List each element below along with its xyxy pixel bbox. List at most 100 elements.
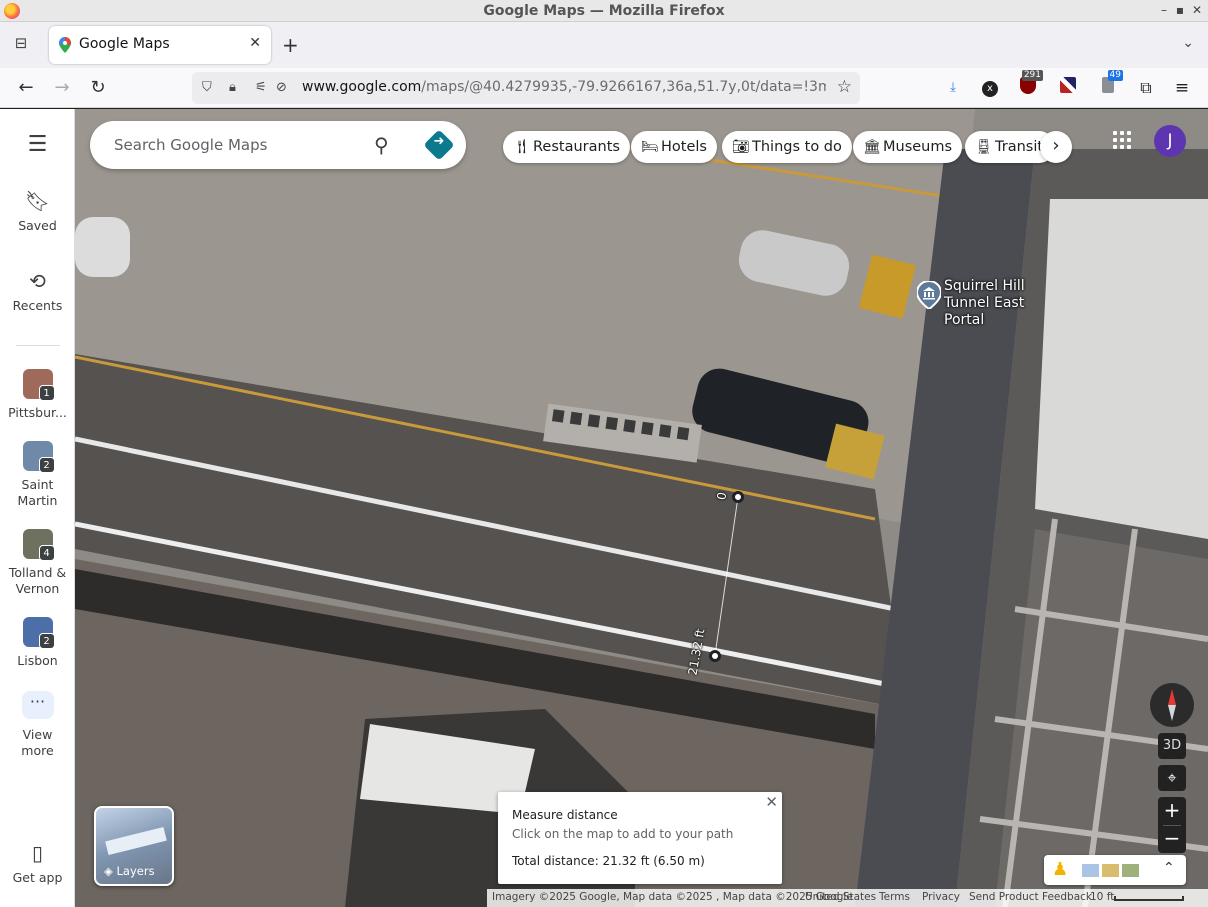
measure-total-distance: Total distance: 21.32 ft (6.50 m)	[512, 854, 705, 868]
url-text[interactable]: www.google.com/maps/@40.4279935,-79.9266…	[302, 79, 826, 95]
place-label: Tolland & Vernon	[8, 565, 67, 596]
toggle-3d-button[interactable]: 3D	[1158, 733, 1186, 759]
measure-title: Measure distance	[512, 808, 618, 822]
landmark-pin-icon[interactable]	[917, 281, 941, 309]
feedback-link[interactable]: Send Product Feedback	[969, 891, 1092, 903]
chip-restaurants[interactable]: 🍴︎ Restaurants	[503, 131, 630, 163]
layers-button[interactable]: ◈ Layers	[94, 806, 174, 886]
attribution-text: Imagery ©2025 Google, Map data ©2025 , M…	[492, 891, 853, 903]
extension-flag-icon[interactable]	[1057, 77, 1079, 99]
poi-label[interactable]: Squirrel Hill Tunnel East Portal	[944, 278, 1068, 329]
recent-place-saint-martin[interactable]: 2 Saint Martin	[0, 441, 75, 509]
search-box[interactable]: Search Google Maps ⚲ ➜	[90, 121, 466, 169]
close-measure-icon[interactable]: ✕	[765, 793, 778, 811]
address-bar[interactable]: ⛉ 🔒︎ ⚟ ⊘ www.google.com/maps/@40.4279935…	[192, 72, 860, 104]
map-canvas[interactable]: Search Google Maps ⚲ ➜ 🍴︎ Restaurants 🛏︎ H…	[75, 109, 1208, 907]
measure-subtitle: Click on the map to add to your path	[512, 827, 734, 841]
downloads-icon[interactable]: ⤓	[942, 77, 964, 99]
get-app-label: Get app	[12, 870, 63, 885]
extension-x-icon[interactable]: x	[979, 77, 1001, 99]
layers-label: ◈ Layers	[104, 864, 155, 878]
maps-pin-icon	[59, 37, 71, 53]
quick-layers-bar: ♟ ⌃	[1044, 855, 1186, 885]
tab-title: Google Maps	[79, 36, 170, 52]
directions-icon[interactable]: ➜	[423, 129, 455, 161]
tab-google-maps[interactable]: Google Maps ✕	[49, 26, 271, 64]
place-label: Saint Martin	[17, 477, 58, 508]
get-app-button[interactable]: ▯ Get app	[0, 841, 75, 885]
chips-scroll-right-button[interactable]: ›	[1040, 131, 1072, 163]
expand-up-icon[interactable]: ⌃	[1163, 860, 1175, 876]
reload-button[interactable]: ↻	[86, 76, 110, 100]
bed-icon: 🛏︎	[641, 139, 659, 155]
chevron-down-icon[interactable]: ⌄	[1182, 35, 1194, 51]
zoom-out-button[interactable]: −	[1158, 826, 1186, 853]
extension-can-icon[interactable]: 49	[1097, 70, 1123, 99]
my-location-icon[interactable]: ⌖	[1158, 765, 1186, 791]
saved-label: Saved	[18, 218, 57, 233]
satellite-imagery[interactable]	[75, 109, 1208, 907]
more-dots-icon: ···	[21, 691, 54, 719]
layer-thumb-traffic[interactable]	[1102, 864, 1119, 877]
navigation-bar: ← → ↻ ⛉ 🔒︎ ⚟ ⊘ www.google.com/maps/@40.4…	[0, 68, 1208, 108]
bookmark-star-icon[interactable]: ☆	[837, 77, 852, 97]
place-thumbnail: 4	[22, 529, 55, 561]
ublock-extension-icon[interactable]: 291	[1017, 70, 1043, 99]
sidebar-divider	[16, 345, 60, 346]
forward-button[interactable]: →	[50, 76, 74, 100]
train-icon: 🚆︎	[975, 139, 993, 155]
layer-thumb-transit[interactable]	[1082, 864, 1099, 877]
hamburger-menu-icon[interactable]: ≡	[1171, 77, 1193, 99]
firefox-view-icon[interactable]: ⊟	[10, 34, 32, 56]
compass-button[interactable]	[1150, 683, 1194, 727]
scale-label[interactable]: 10 ft	[1090, 891, 1114, 903]
museum-icon: 🏛︎	[863, 139, 881, 155]
terms-link[interactable]: Terms	[879, 891, 910, 903]
place-label: Lisbon	[17, 653, 58, 668]
search-input[interactable]: Search Google Maps	[114, 136, 267, 154]
recent-place-lisbon[interactable]: 2 Lisbon	[0, 617, 75, 668]
zoom-in-button[interactable]: +	[1158, 797, 1186, 825]
window-title: Google Maps — Mozilla Firefox	[483, 3, 725, 19]
history-icon: ⟲	[29, 269, 46, 293]
chip-museums[interactable]: 🏛︎ Museums	[853, 131, 963, 163]
close-window-icon[interactable]: ✕	[1188, 3, 1206, 17]
place-thumbnail: 1	[22, 369, 55, 401]
pegman-icon[interactable]: ♟	[1052, 859, 1068, 880]
search-icon[interactable]: ⚲	[374, 133, 389, 157]
privacy-link[interactable]: Privacy	[922, 891, 960, 903]
permissions-icon[interactable]: ⚟	[255, 80, 267, 95]
camera-icon: 📷︎	[732, 139, 750, 155]
shield-icon[interactable]: ⛉	[202, 80, 212, 95]
back-button[interactable]: ←	[14, 76, 38, 100]
close-tab-icon[interactable]: ✕	[249, 35, 261, 51]
maximize-icon[interactable]: ▪	[1171, 3, 1189, 17]
menu-button[interactable]: ☰	[0, 133, 75, 162]
google-apps-icon[interactable]	[1113, 131, 1131, 149]
phone-icon: ▯	[31, 841, 43, 865]
view-more-button[interactable]: ··· View more	[0, 691, 75, 759]
new-tab-button[interactable]: +	[282, 33, 299, 57]
hamburger-icon: ☰	[27, 132, 48, 157]
measure-point-end[interactable]	[709, 650, 721, 662]
recent-place-pittsburgh[interactable]: 1 Pittsbur...	[0, 369, 75, 420]
lock-icon[interactable]: 🔒︎	[229, 80, 236, 95]
recents-button[interactable]: ⟲ Recents	[0, 269, 75, 313]
saved-button[interactable]: 🔖︎ Saved	[0, 189, 75, 233]
place-thumbnail: 2	[22, 617, 55, 649]
measure-point-start[interactable]	[732, 491, 744, 503]
extensions-puzzle-icon[interactable]: ⧉	[1135, 77, 1157, 99]
account-avatar[interactable]: J	[1154, 125, 1186, 157]
recent-place-tolland-vernon[interactable]: 4 Tolland & Vernon	[0, 529, 75, 597]
window-titlebar: Google Maps — Mozilla Firefox – ▪ ✕	[0, 0, 1208, 22]
chip-things-to-do[interactable]: 📷︎ Things to do	[722, 131, 852, 163]
bookmark-icon: 🔖︎	[24, 189, 51, 213]
country-link[interactable]: United States	[805, 891, 876, 903]
compass-icon	[1168, 689, 1176, 721]
measure-distance-panel: ✕ Measure distance Click on the map to a…	[498, 792, 782, 884]
chip-hotels[interactable]: 🛏︎ Hotels	[631, 131, 717, 163]
layer-thumb-terrain[interactable]	[1122, 864, 1139, 877]
fork-knife-icon: 🍴︎	[513, 139, 531, 155]
location-blocked-icon[interactable]: ⊘	[276, 80, 287, 95]
maps-sidebar: ☰ 🔖︎ Saved ⟲ Recents 1 Pittsbur... 2 Sai…	[0, 109, 75, 907]
